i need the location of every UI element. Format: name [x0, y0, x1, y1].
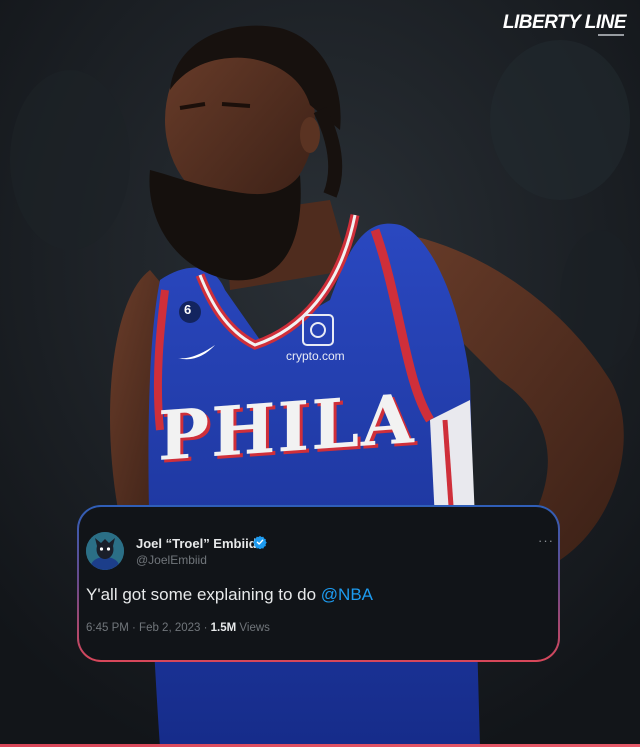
user-handle[interactable]: @JoelEmbiid [136, 553, 207, 567]
avatar-icon [86, 532, 124, 570]
display-name[interactable]: Joel “Troel” Embiid [136, 536, 257, 551]
jersey-number: 6 [184, 302, 192, 317]
tweet-meta: 6:45 PM · Feb 2, 2023 · 1.5M Views [86, 622, 270, 634]
verified-badge-icon [253, 535, 267, 554]
tweet-card[interactable] [79, 507, 558, 660]
views-label: Views [236, 622, 270, 634]
brand-logo: LIBERTY LINE [502, 12, 627, 33]
mention-link[interactable]: @NBA [321, 585, 373, 604]
views-count: 1.5M [210, 622, 237, 634]
tweet-timestamp[interactable]: 6:45 PM · Feb 2, 2023 · [86, 622, 211, 634]
avatar[interactable] [86, 532, 124, 570]
more-options-icon[interactable]: ··· [538, 533, 554, 548]
brand-underline [598, 34, 624, 36]
tweet-text-main: Y'all got some explaining to do [86, 585, 321, 604]
tweet-text: Y'all got some explaining to do @NBA [86, 585, 373, 605]
jersey-sponsor: crypto.com [286, 349, 345, 363]
